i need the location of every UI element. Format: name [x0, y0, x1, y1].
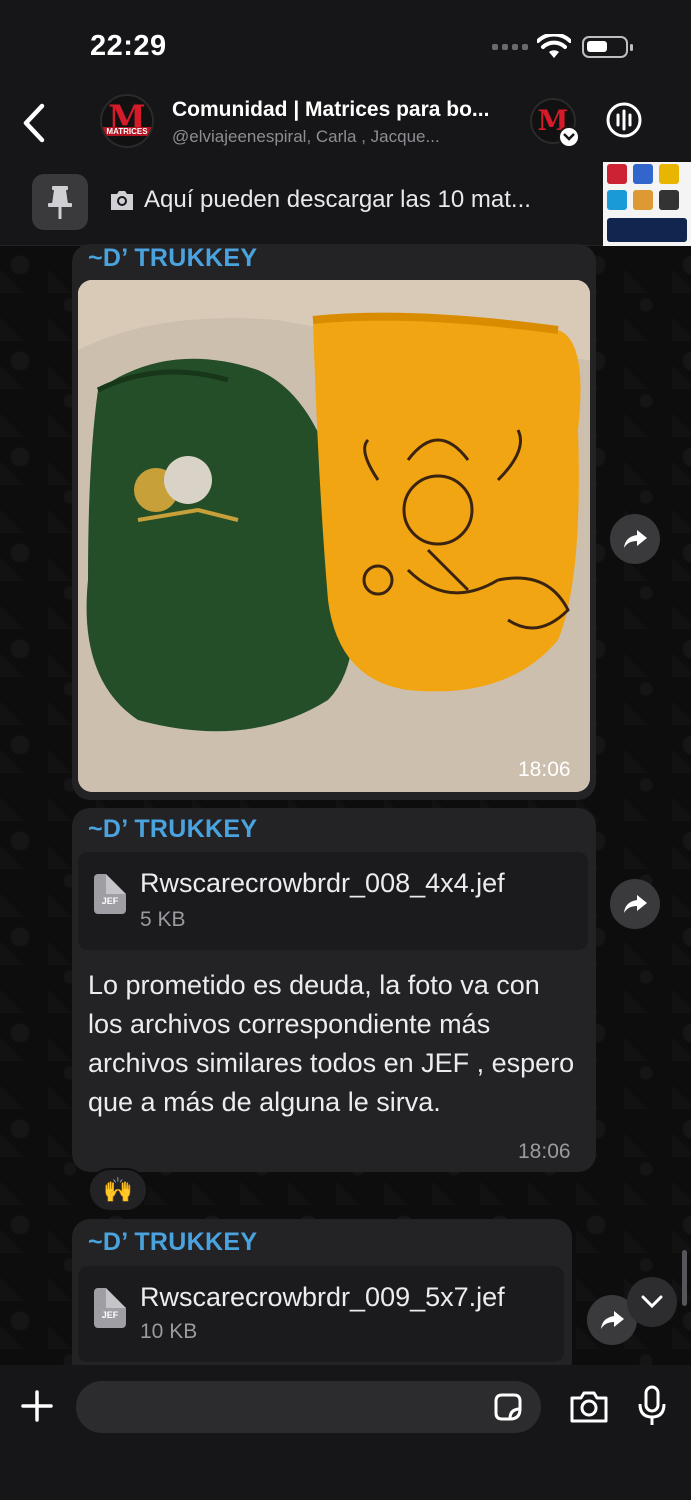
- composer-bar: [0, 1365, 691, 1500]
- plus-icon[interactable]: [20, 1389, 54, 1423]
- pin-icon: [48, 186, 72, 219]
- back-icon[interactable]: [18, 102, 48, 144]
- pinned-text: Aquí pueden descargar las 10 mat...: [144, 186, 531, 213]
- file-attachment[interactable]: JEF Rwscarecrowbrdr_008_4x4.jef 5 KB: [78, 852, 588, 950]
- chat-header: M MATRICES Comunidad | Matrices para bo.…: [0, 90, 691, 162]
- forward-button[interactable]: [610, 514, 660, 564]
- reaction-badge[interactable]: 🙌: [88, 1168, 148, 1212]
- file-icon: JEF: [94, 1288, 126, 1328]
- message-text: Lo prometido es deuda, la foto va con lo…: [88, 970, 575, 1117]
- microphone-icon[interactable]: [637, 1385, 667, 1427]
- status-bar: 22:29: [0, 0, 691, 90]
- pinned-thumbnail[interactable]: [603, 162, 691, 246]
- forward-icon: [624, 895, 647, 913]
- sender-name[interactable]: ~D’ TRUKKEY: [88, 1228, 257, 1257]
- battery-icon: [582, 36, 633, 58]
- chat-members[interactable]: @elviajeenespiral, Carla , Jacque...: [172, 127, 502, 147]
- avatar-caption: MATRICES: [102, 127, 152, 136]
- chat-title[interactable]: Comunidad | Matrices para bo...: [172, 98, 522, 122]
- file-name: Rwscarecrowbrdr_008_4x4.jef: [140, 868, 505, 898]
- sender-name[interactable]: ~D’ TRUKKEY: [88, 815, 257, 844]
- message-input[interactable]: [76, 1381, 541, 1433]
- file-icon: JEF: [94, 874, 126, 914]
- sender-name[interactable]: ~D’ TRUKKEY: [88, 244, 257, 273]
- sticker-icon[interactable]: [492, 1391, 524, 1423]
- file-attachment[interactable]: JEF Rwscarecrowbrdr_009_5x7.jef 10 KB: [78, 1266, 564, 1362]
- photo-illustration: [78, 280, 590, 792]
- camera-icon: [111, 191, 133, 210]
- chevron-down-icon: [558, 126, 580, 148]
- message-time: 18:06: [518, 1140, 571, 1163]
- pinned-message-bar[interactable]: Aquí pueden descargar las 10 mat...: [0, 162, 691, 246]
- forward-icon: [601, 1311, 624, 1329]
- file-size: 5 KB: [140, 908, 186, 931]
- embroidered-bags-photo[interactable]: 18:06: [78, 280, 590, 792]
- chevron-down-icon: [641, 1295, 663, 1309]
- pin-button[interactable]: [32, 174, 88, 230]
- scrollbar[interactable]: [682, 1250, 687, 1306]
- forward-icon: [624, 530, 647, 548]
- file-name: Rwscarecrowbrdr_009_5x7.jef: [140, 1282, 505, 1312]
- wifi-icon: [537, 34, 571, 58]
- voice-chat-icon[interactable]: [604, 100, 644, 140]
- scroll-to-bottom-button[interactable]: [627, 1277, 677, 1327]
- group-avatar[interactable]: M MATRICES: [100, 94, 154, 148]
- cellular-signal-icon: [492, 44, 528, 50]
- forward-button[interactable]: [610, 879, 660, 929]
- status-time: 22:29: [90, 30, 167, 62]
- file-size: 10 KB: [140, 1320, 198, 1343]
- community-avatar[interactable]: M: [530, 98, 580, 148]
- message-time: 18:06: [518, 758, 571, 781]
- camera-icon[interactable]: [568, 1389, 610, 1425]
